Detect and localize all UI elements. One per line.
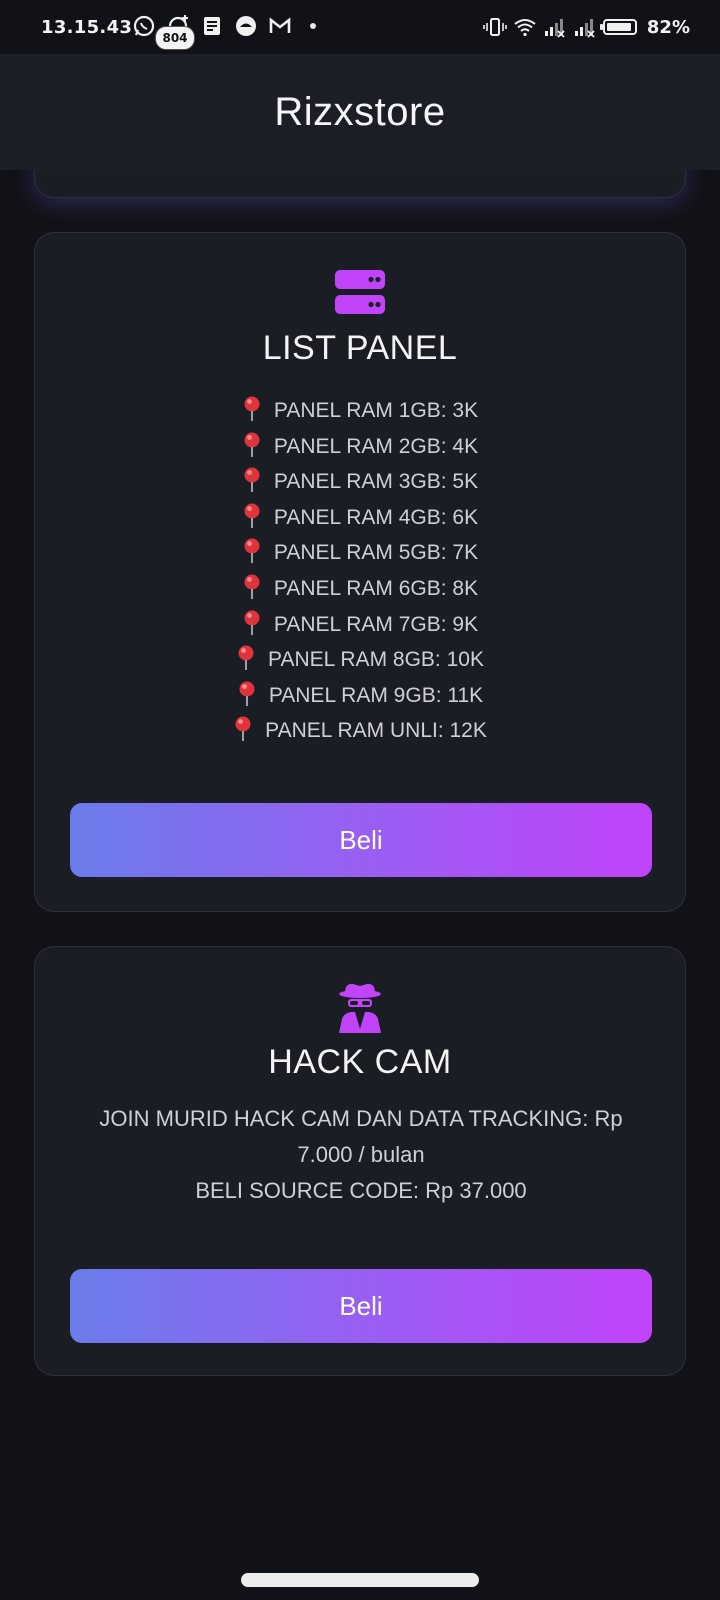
- status-time: 13.15.43: [41, 17, 133, 38]
- battery-icon: [599, 19, 637, 35]
- list-item: PANEL RAM 3GB: 5K: [35, 464, 685, 500]
- list-item-text: PANEL RAM 5GB: 7K: [273, 541, 479, 565]
- notes-icon: [204, 17, 220, 35]
- pin-icon: [244, 610, 260, 635]
- pin-icon: [235, 716, 251, 742]
- spy-icon: [339, 983, 381, 1033]
- status-bar: 13.15.43 804 82%: [0, 0, 720, 54]
- list-item: PANEL RAM UNLI: 12K: [35, 713, 685, 749]
- list-item-text: PANEL RAM 8GB: 10K: [268, 648, 484, 672]
- pin-icon: [239, 681, 255, 706]
- pin-icon: [244, 574, 260, 599]
- whatsapp-icon: [133, 15, 155, 37]
- card-title: HACK CAM: [268, 1043, 452, 1081]
- price-list: PANEL RAM 1GB: 3K PANEL RAM 2GB: 4K PANE…: [35, 393, 685, 749]
- server-icon: [335, 270, 385, 314]
- list-item-text: PANEL RAM 7GB: 9K: [273, 612, 479, 636]
- pin-icon: [244, 538, 260, 564]
- product-card-list-panel: LIST PANEL PANEL RAM 1GB: 3K PANEL RAM 2…: [34, 232, 686, 912]
- system-icons: 82%: [483, 15, 690, 39]
- list-item: PANEL RAM 8GB: 10K: [35, 642, 685, 678]
- signal-icon: [574, 19, 595, 38]
- pin-icon: [244, 467, 260, 493]
- list-item-text: PANEL RAM 2GB: 4K: [273, 434, 479, 458]
- pin-icon: [238, 645, 254, 671]
- app-header: Rizxstore: [0, 54, 720, 170]
- page-title: Rizxstore: [274, 89, 446, 134]
- list-item: PANEL RAM 2GB: 4K: [35, 429, 685, 465]
- battery-percentage: 82%: [646, 16, 690, 38]
- pin-icon: [244, 503, 260, 528]
- list-item: PANEL RAM 1GB: 3K: [35, 393, 685, 429]
- list-item: PANEL RAM 7GB: 9K: [35, 607, 685, 643]
- pin-icon: [244, 396, 260, 421]
- list-item: PANEL RAM 6GB: 8K: [35, 571, 685, 607]
- vibrate-icon: [483, 18, 507, 36]
- more-notifications-dot: [310, 23, 316, 29]
- list-item-text: PANEL RAM 3GB: 5K: [273, 470, 479, 494]
- list-item-text: PANEL RAM 9GB: 11K: [268, 683, 484, 707]
- pin-icon: [244, 432, 260, 457]
- list-item-text: PANEL RAM 4GB: 6K: [273, 505, 479, 529]
- home-indicator[interactable]: [241, 1573, 479, 1587]
- list-item: PANEL RAM 5GB: 7K: [35, 535, 685, 571]
- notification-count-badge: 804: [155, 26, 195, 50]
- buy-button[interactable]: Beli: [70, 1269, 652, 1343]
- app-icon: [236, 16, 256, 36]
- list-item: PANEL RAM 4GB: 6K: [35, 500, 685, 536]
- wifi-icon: [514, 19, 536, 37]
- list-item: PANEL RAM 9GB: 11K: [35, 678, 685, 714]
- buy-button[interactable]: Beli: [70, 803, 652, 877]
- list-item-text: PANEL RAM 1GB: 3K: [273, 399, 479, 422]
- description-line: JOIN MURID HACK CAM DAN DATA TRACKING: R…: [99, 1106, 623, 1167]
- product-card-hack-cam: HACK CAM JOIN MURID HACK CAM DAN DATA TR…: [34, 946, 686, 1376]
- list-item-text: PANEL RAM 6GB: 8K: [273, 576, 479, 600]
- list-item-text: PANEL RAM UNLI: 12K: [265, 719, 487, 743]
- description-line: BELI SOURCE CODE: Rp 37.000: [195, 1178, 527, 1203]
- card-title: LIST PANEL: [262, 329, 458, 367]
- card-description: JOIN MURID HACK CAM DAN DATA TRACKING: R…: [75, 1101, 647, 1209]
- signal-icon: [544, 19, 565, 38]
- gmail-icon: [269, 17, 291, 33]
